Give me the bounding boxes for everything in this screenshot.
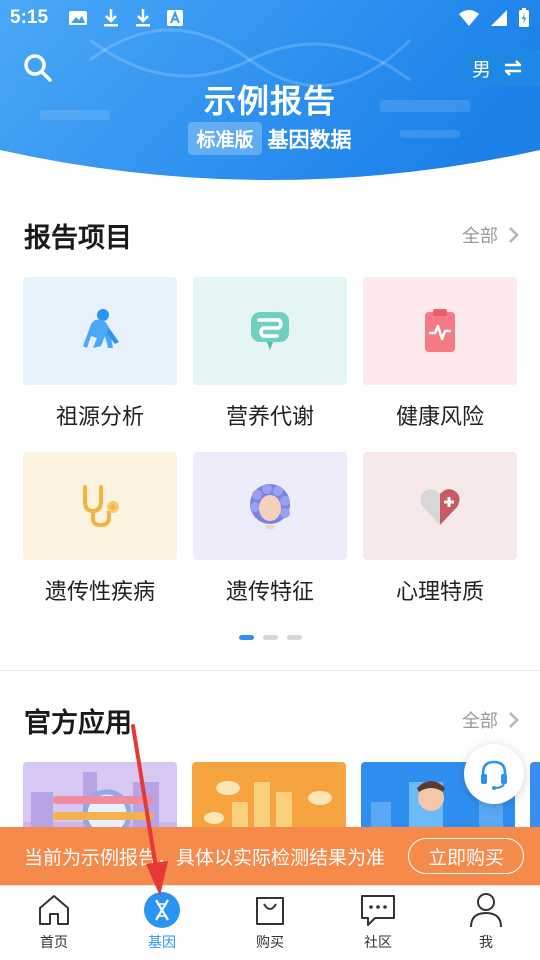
download-icon bbox=[136, 9, 150, 27]
report-item-label: 祖源分析 bbox=[55, 405, 144, 430]
report-item-label: 遗传性疾病 bbox=[44, 580, 155, 605]
sample-notice-banner: 当前为示例报告，具体以实际检测结果为准 立即购买 bbox=[0, 827, 540, 885]
report-item-ancestry[interactable]: 祖源分析 bbox=[23, 277, 177, 431]
home-icon bbox=[39, 895, 69, 925]
swap-icon bbox=[504, 60, 522, 76]
report-header: 5:15 男 示例报告 标准版 基因数据 bbox=[0, 0, 540, 200]
curly-hair-icon bbox=[250, 484, 290, 529]
customer-service-button[interactable] bbox=[464, 744, 524, 804]
tab-label: 首页 bbox=[40, 935, 68, 951]
tab-label: 购买 bbox=[256, 935, 284, 951]
battery-charging-icon bbox=[519, 8, 529, 27]
apps-section-header: 官方应用 全部 bbox=[24, 700, 520, 740]
report-section-title: 报告项目 bbox=[24, 222, 132, 254]
report-item-nutrition[interactable]: 营养代谢 bbox=[193, 277, 347, 431]
chevron-right-icon bbox=[509, 712, 519, 728]
see-all-label: 全部 bbox=[462, 711, 498, 732]
pagination-dots bbox=[0, 635, 540, 640]
tab-community[interactable]: 社区 bbox=[324, 886, 432, 960]
headset-icon bbox=[481, 760, 507, 790]
wifi-icon bbox=[459, 10, 479, 26]
page-dot-active[interactable] bbox=[238, 635, 254, 640]
download-icon bbox=[104, 9, 118, 27]
report-section-header: 报告项目 全部 bbox=[24, 215, 520, 255]
page-dot[interactable] bbox=[286, 635, 302, 640]
tab-label: 我 bbox=[479, 935, 493, 951]
report-tile bbox=[193, 277, 347, 385]
status-bar: 5:15 bbox=[0, 0, 540, 36]
tab-home[interactable]: 首页 bbox=[0, 886, 108, 960]
page-title: 示例报告 bbox=[203, 82, 336, 120]
font-icon bbox=[167, 10, 183, 26]
report-item-genetic-disease[interactable]: 遗传性疾病 bbox=[23, 452, 177, 606]
report-tile bbox=[363, 452, 517, 560]
edition-badge: 标准版 bbox=[188, 122, 262, 155]
banner-text: 当前为示例报告，具体以实际检测结果为准 bbox=[24, 846, 386, 869]
report-item-psychology[interactable]: 心理特质 bbox=[363, 452, 517, 606]
buy-now-button[interactable]: 立即购买 bbox=[408, 838, 524, 874]
report-tile bbox=[23, 452, 177, 560]
stomach-icon bbox=[251, 312, 289, 350]
ape-icon bbox=[83, 309, 119, 348]
shopping-bag-icon bbox=[256, 897, 284, 925]
report-item-label: 营养代谢 bbox=[225, 405, 314, 430]
tab-buy[interactable]: 购买 bbox=[216, 886, 324, 960]
section-divider bbox=[0, 670, 540, 671]
page-dot[interactable] bbox=[262, 635, 278, 640]
report-item-label: 遗传特征 bbox=[225, 580, 314, 605]
image-icon bbox=[69, 11, 87, 25]
report-subtitle: 标准版 基因数据 bbox=[0, 122, 540, 155]
chevron-right-icon bbox=[509, 227, 519, 243]
report-tile bbox=[193, 452, 347, 560]
report-item-genetic-traits[interactable]: 遗传特征 bbox=[193, 452, 347, 606]
stethoscope-icon bbox=[83, 485, 119, 528]
bottom-tab-bar: 首页 基因 购买 社区 我 bbox=[0, 885, 540, 960]
report-tile bbox=[363, 277, 517, 385]
signal-icon bbox=[491, 10, 507, 26]
user-icon bbox=[470, 893, 502, 928]
apps-see-all-link[interactable]: 全部 bbox=[462, 707, 520, 733]
report-item-health-risk[interactable]: 健康风险 bbox=[363, 277, 517, 431]
tab-me[interactable]: 我 bbox=[432, 886, 540, 960]
heart-plus-icon bbox=[420, 489, 460, 525]
tab-label: 社区 bbox=[364, 935, 392, 951]
report-see-all-link[interactable]: 全部 bbox=[462, 222, 520, 248]
subtitle-text: 基因数据 bbox=[267, 127, 352, 152]
report-tile bbox=[23, 277, 177, 385]
chat-icon bbox=[361, 895, 395, 926]
tab-gene[interactable]: 基因 bbox=[108, 886, 216, 960]
apps-section-title: 官方应用 bbox=[24, 707, 132, 739]
tab-label: 基因 bbox=[148, 935, 176, 951]
status-time: 5:15 bbox=[10, 7, 49, 28]
report-item-label: 健康风险 bbox=[395, 405, 484, 430]
see-all-label: 全部 bbox=[462, 226, 498, 247]
report-item-label: 心理特质 bbox=[395, 580, 484, 605]
clipboard-heartbeat-icon bbox=[425, 309, 455, 352]
dna-icon bbox=[144, 892, 180, 928]
